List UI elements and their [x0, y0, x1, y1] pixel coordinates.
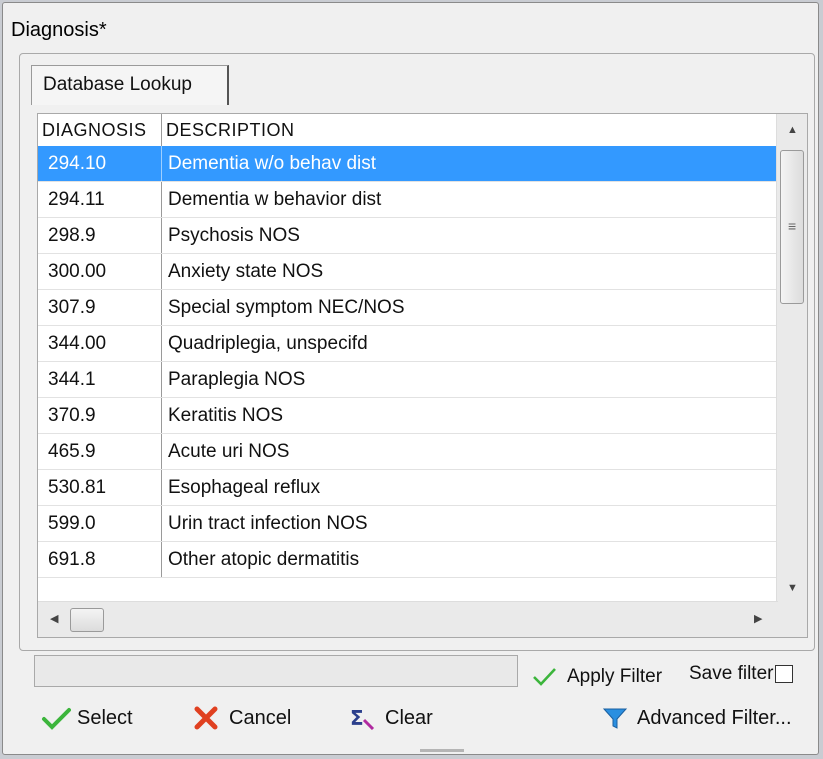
- description-cell: Dementia w/o behav dist: [168, 153, 377, 174]
- table-row[interactable]: 294.11 Dementia w behavior dist: [38, 182, 778, 218]
- horizontal-scrollbar[interactable]: ◀ ▶: [38, 601, 778, 637]
- scroll-left-arrow-icon[interactable]: ◀: [50, 612, 58, 625]
- table-row[interactable]: 599.0 Urin tract infection NOS: [38, 506, 778, 542]
- table-row[interactable]: 530.81 Esophageal reflux: [38, 470, 778, 506]
- grid-rows: 294.10 Dementia w/o behav dist 294.11 Demen…: [38, 146, 778, 578]
- save-filter-checkbox[interactable]: [775, 665, 794, 683]
- diagnosis-dialog: Diagnosis* Database Lookup DIAGNOSIS DES…: [2, 2, 819, 755]
- clear-button[interactable]: Σ Clear: [349, 706, 433, 731]
- diagnosis-code-cell: 307.9: [38, 290, 162, 325]
- diagnosis-code-cell: 300.00: [38, 254, 162, 289]
- description-cell: Special symptom NEC/NOS: [168, 297, 405, 318]
- sigma-icon: Σ: [349, 706, 379, 731]
- table-row[interactable]: 691.8 Other atopic dermatitis: [38, 542, 778, 578]
- horizontal-scroll-thumb[interactable]: [70, 608, 104, 632]
- apply-filter-button[interactable]: Apply Filter: [531, 665, 662, 689]
- vertical-scrollbar[interactable]: ▲ ≡ ▼: [776, 114, 807, 604]
- table-row[interactable]: 298.9 Psychosis NOS: [38, 218, 778, 254]
- diagnosis-code-cell: 298.9: [38, 218, 162, 253]
- description-cell: Urin tract infection NOS: [168, 513, 368, 534]
- apply-filter-label: Apply Filter: [567, 666, 663, 687]
- advanced-filter-button[interactable]: Advanced Filter...: [601, 706, 792, 730]
- diagnosis-code-cell: 294.10: [38, 146, 162, 181]
- column-header-diagnosis[interactable]: DIAGNOSIS: [38, 114, 162, 146]
- grip-icon: ≡: [788, 218, 797, 234]
- select-button[interactable]: Select: [41, 706, 133, 730]
- x-icon: [193, 706, 223, 730]
- cancel-button[interactable]: Cancel: [193, 706, 291, 730]
- diagnosis-grid: DIAGNOSIS DESCRIPTION 294.10 Dementia w/o…: [37, 113, 808, 638]
- filter-input[interactable]: [34, 655, 518, 687]
- check-icon: [531, 665, 561, 689]
- table-row[interactable]: 344.00 Quadriplegia, unspecifd: [38, 326, 778, 362]
- diagnosis-code-cell: 691.8: [38, 542, 162, 577]
- diagnosis-code-cell: 370.9: [38, 398, 162, 433]
- table-row[interactable]: 344.1 Paraplegia NOS: [38, 362, 778, 398]
- description-cell: Other atopic dermatitis: [168, 549, 360, 570]
- cancel-label: Cancel: [229, 706, 292, 729]
- select-label: Select: [77, 706, 133, 729]
- description-cell: Keratitis NOS: [168, 405, 284, 426]
- grid-header: DIAGNOSIS DESCRIPTION: [38, 114, 778, 147]
- save-filter[interactable]: Save filter: [689, 663, 794, 685]
- clear-label: Clear: [385, 706, 433, 729]
- table-row[interactable]: 294.10 Dementia w/o behav dist: [38, 146, 778, 182]
- description-cell: Acute uri NOS: [168, 441, 290, 462]
- diagnosis-code-cell: 344.1: [38, 362, 162, 397]
- svg-text:Σ: Σ: [350, 706, 364, 730]
- description-cell: Anxiety state NOS: [168, 261, 324, 282]
- scroll-corner: [777, 602, 807, 637]
- diagnosis-code-cell: 344.00: [38, 326, 162, 361]
- description-cell: Psychosis NOS: [168, 225, 300, 246]
- description-cell: Paraplegia NOS: [168, 369, 306, 390]
- description-cell: Quadriplegia, unspecifd: [168, 333, 368, 354]
- vertical-scroll-thumb[interactable]: ≡: [780, 150, 804, 304]
- scroll-right-arrow-icon[interactable]: ▶: [754, 612, 762, 625]
- save-filter-label: Save filter: [689, 663, 774, 684]
- scroll-up-arrow-icon[interactable]: ▲: [787, 124, 798, 136]
- advanced-filter-label: Advanced Filter...: [637, 706, 792, 729]
- diagnosis-code-cell: 465.9: [38, 434, 162, 469]
- diagnosis-code-cell: 599.0: [38, 506, 162, 541]
- scroll-down-arrow-icon[interactable]: ▼: [787, 582, 798, 594]
- tab-database-lookup[interactable]: Database Lookup: [31, 65, 229, 105]
- check-icon: [41, 706, 71, 730]
- window-title: Diagnosis*: [11, 19, 107, 41]
- description-cell: Dementia w behavior dist: [168, 189, 382, 210]
- table-row[interactable]: 370.9 Keratitis NOS: [38, 398, 778, 434]
- diagnosis-code-cell: 530.81: [38, 470, 162, 505]
- description-cell: Esophageal reflux: [168, 477, 321, 498]
- table-row[interactable]: 465.9 Acute uri NOS: [38, 434, 778, 470]
- resize-grip: [420, 749, 464, 752]
- table-row[interactable]: 300.00 Anxiety state NOS: [38, 254, 778, 290]
- column-header-description[interactable]: DESCRIPTION: [162, 114, 778, 146]
- table-row[interactable]: 307.9 Special symptom NEC/NOS: [38, 290, 778, 326]
- diagnosis-code-cell: 294.11: [38, 182, 162, 217]
- funnel-icon: [601, 706, 631, 730]
